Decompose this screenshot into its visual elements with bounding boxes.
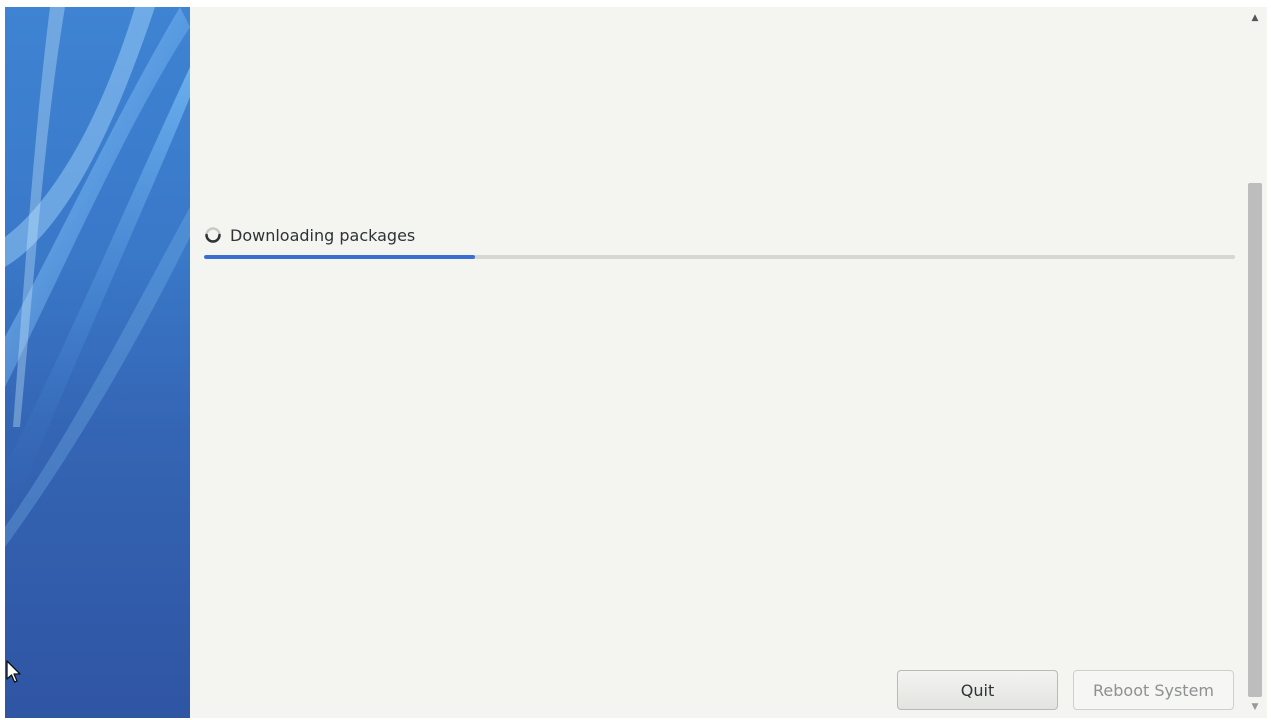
installer-screen: Downloading packages Quit Reboot System … (0, 0, 1271, 720)
progress-bar (204, 255, 1235, 259)
spinner-icon (205, 227, 221, 243)
progress-status: Downloading packages (204, 224, 415, 246)
scroll-down-arrow-icon[interactable]: ▼ (1243, 698, 1267, 716)
progress-fill (204, 255, 476, 259)
vertical-scrollbar[interactable]: ▲ ▼ (1243, 7, 1267, 718)
main-content-pane: Downloading packages Quit Reboot System (190, 7, 1243, 718)
status-text: Downloading packages (230, 225, 416, 245)
reboot-system-button[interactable]: Reboot System (1073, 670, 1234, 710)
scroll-up-arrow-icon[interactable]: ▲ (1243, 9, 1267, 27)
quit-button[interactable]: Quit (897, 670, 1058, 710)
scrollbar-thumb[interactable] (1248, 183, 1262, 697)
mouse-cursor-icon (6, 660, 21, 683)
sidebar-artwork (5, 7, 190, 718)
sidebar-wave-art (5, 7, 190, 547)
